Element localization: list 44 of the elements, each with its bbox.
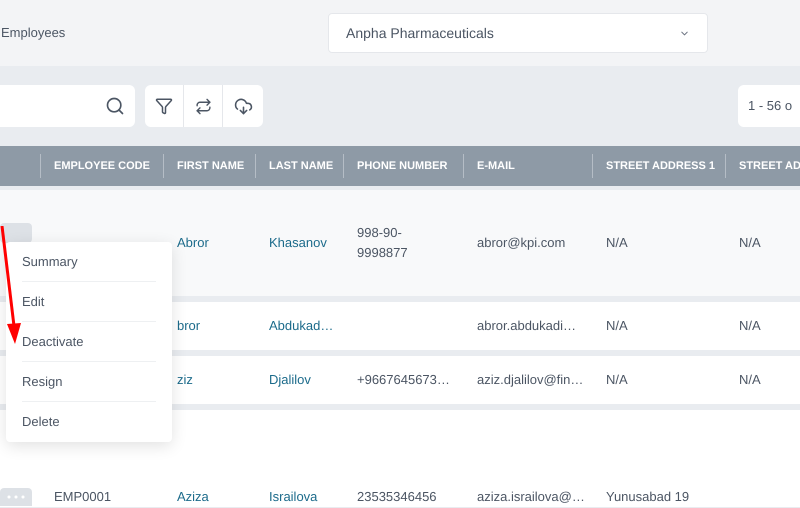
swap-icon xyxy=(194,98,212,114)
table-cell: N/A xyxy=(739,372,761,388)
name-link[interactable]: Abror xyxy=(177,235,209,250)
table-cell: Yunusabad 19 xyxy=(606,488,690,504)
table-cell: N/A xyxy=(606,372,628,388)
search-field[interactable] xyxy=(0,85,135,127)
table-cell: aziz.djalilov@fin… xyxy=(477,372,584,388)
table-cell: abror.abdukadi… xyxy=(477,318,576,334)
column-header: PHONE NUMBER xyxy=(357,158,448,174)
column-header: STREET ADDRESS 1 xyxy=(606,158,716,174)
filter-icon xyxy=(155,97,173,115)
table-cell: +9667645673… xyxy=(357,372,450,388)
column-header: LAST NAME xyxy=(269,158,334,174)
table-cell: abror@kpi.com xyxy=(477,235,566,250)
menu-item[interactable]: Summary xyxy=(22,252,78,272)
column-header: STREET AD xyxy=(739,158,800,174)
column-header: E-MAIL xyxy=(477,158,515,174)
table-cell: EMP0001 xyxy=(54,488,112,504)
pagination-range: 1 - 56 o xyxy=(738,85,800,127)
name-link[interactable]: Khasanov xyxy=(269,235,327,250)
table-cell: N/A xyxy=(739,235,761,250)
name-link[interactable]: bror xyxy=(177,318,200,334)
column-header: FIRST NAME xyxy=(177,158,244,174)
menu-item[interactable]: Delete xyxy=(22,412,60,432)
cloud-download-icon xyxy=(234,96,252,116)
page-title: Employees xyxy=(1,24,66,42)
search-icon xyxy=(105,96,125,116)
name-link[interactable]: ziz xyxy=(177,372,193,388)
name-link[interactable]: Israilova xyxy=(269,488,318,504)
table-cell: aziza.israilova@… xyxy=(477,488,585,504)
table-cell: N/A xyxy=(606,235,628,250)
more-icon xyxy=(7,495,25,499)
name-link[interactable]: Djalilov xyxy=(269,372,311,388)
column-header: EMPLOYEE CODE xyxy=(54,158,150,174)
company-select[interactable]: Anpha Pharmaceuticals xyxy=(328,13,708,53)
name-link[interactable]: Abdukad… xyxy=(269,318,334,334)
table-cell: N/A xyxy=(739,318,761,334)
table-cell-text: 998-90-9998877 xyxy=(357,224,409,262)
table-cell: 23535346456 xyxy=(357,488,437,504)
menu-item[interactable]: Edit xyxy=(22,292,44,312)
name-link[interactable]: Aziza xyxy=(177,488,209,504)
table-cell: N/A xyxy=(606,318,628,334)
menu-item[interactable]: Resign xyxy=(22,372,62,392)
menu-item[interactable]: Deactivate xyxy=(22,332,84,352)
